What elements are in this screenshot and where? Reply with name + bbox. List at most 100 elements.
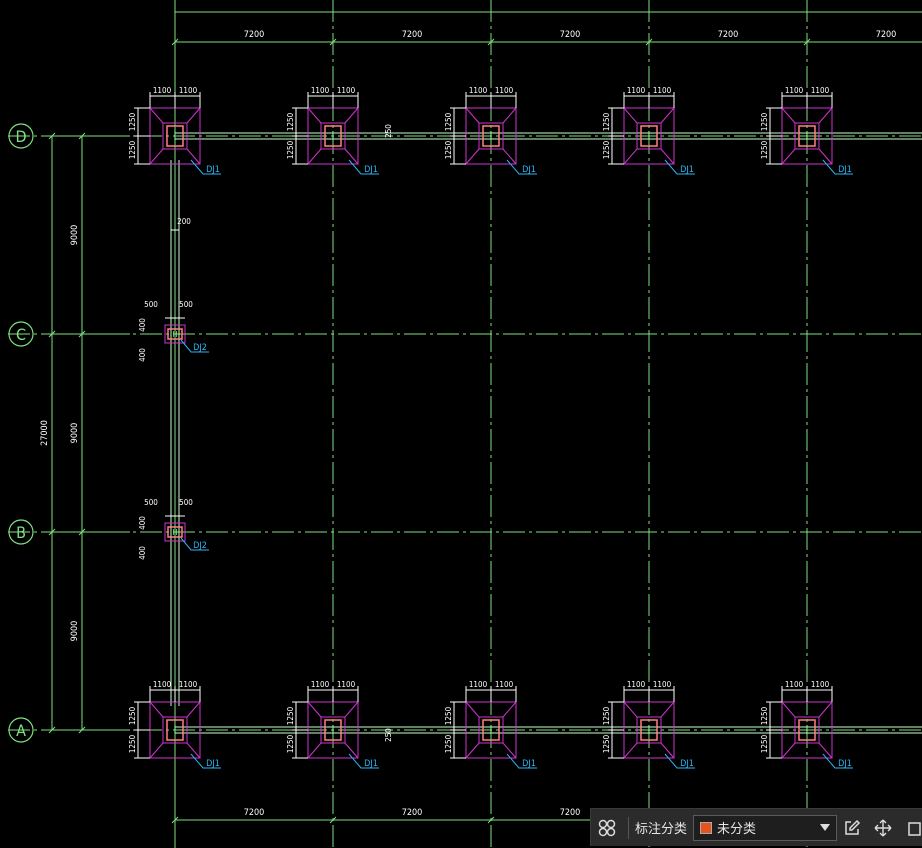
dim-row-spacing: 9000 — [70, 225, 80, 246]
dim-half-depth: 400 — [138, 516, 147, 530]
footing-slope — [660, 148, 675, 165]
dim-half-depth: 1250 — [602, 140, 611, 159]
dim-half-width: 1100 — [627, 86, 646, 95]
footing-slope — [623, 742, 638, 759]
dim-half-depth: 1250 — [286, 734, 295, 753]
footing-dj1: I 1100 1100 1250 1250 DJ1 — [602, 86, 695, 175]
dim-bay-bottom: 7200 — [560, 808, 581, 818]
footing-dj1: I 1100 1100 1250 1250 DJ1 — [444, 86, 537, 175]
steel-column-section: I — [331, 723, 334, 737]
dim-half-depth: 400 — [138, 348, 147, 362]
beam-layer — [170, 132, 922, 734]
footing-slope — [465, 701, 480, 718]
dim-half-width: 1100 — [153, 86, 172, 95]
dim-row-spacing: 9000 — [70, 423, 80, 444]
annotation-category-select[interactable]: 未分类 — [692, 814, 837, 841]
dim-half-depth: 1250 — [286, 706, 295, 725]
annotation-toolbar: 标注分类 未分类 — [590, 808, 922, 846]
footing-slope — [344, 148, 359, 165]
footing-slope — [660, 701, 675, 718]
dim-half-width: 1100 — [495, 86, 514, 95]
steel-column-section: I — [489, 129, 492, 143]
steel-column-section: I — [173, 129, 176, 143]
footing-slope — [149, 107, 164, 124]
footing-dj1: I 1100 1100 1250 1250 DJ1 — [602, 680, 695, 769]
toolbar-divider — [627, 816, 629, 839]
footing-dj1: I 1100 1100 1250 1250 DJ1 — [444, 680, 537, 769]
footing-slope — [818, 701, 833, 718]
dim-half-width: 1100 — [311, 680, 330, 689]
dim-half-width: 1100 — [811, 86, 830, 95]
footing-slope — [781, 701, 796, 718]
dim-half-width: 1100 — [653, 86, 672, 95]
steel-column-section: I — [331, 129, 334, 143]
steel-column-section: I — [805, 723, 808, 737]
dim-half-width: 500 — [179, 498, 193, 507]
dim-wall-offset-text: 200 — [177, 217, 191, 226]
dim-half-width: 1100 — [337, 86, 356, 95]
footing-label-dj1: DJ1 — [680, 165, 694, 175]
grid-layer — [8, 0, 922, 848]
steel-column-section: I — [647, 129, 650, 143]
dim-half-width: 1100 — [469, 86, 488, 95]
dim-half-width: 1100 — [785, 86, 804, 95]
layout-grid-icon[interactable] — [591, 809, 624, 846]
footing-label-dj1: DJ1 — [838, 759, 852, 769]
footing-slope — [186, 148, 201, 165]
footing-slope — [660, 107, 675, 124]
footing-dj2: H 500 500 400 400 DJ2 — [138, 300, 209, 362]
footing-slope — [623, 701, 638, 718]
dim-beam-offset-text: 250 — [384, 124, 393, 138]
dim-half-width: 1100 — [653, 680, 672, 689]
dim-half-depth: 1250 — [444, 706, 453, 725]
footing-slope — [781, 148, 796, 165]
footing-dj1: I 1100 1100 1250 1250 DJ1 — [286, 86, 379, 175]
dim-bay-bottom: 7200 — [402, 808, 423, 818]
footing-slope — [623, 148, 638, 165]
dim-half-width: 500 — [144, 498, 158, 507]
dim-half-width: 1100 — [785, 680, 804, 689]
dim-bay-top: 7200 — [560, 30, 581, 40]
footing-dj2: H 500 500 400 400 DJ2 — [138, 498, 209, 560]
footing-label-dj1: DJ1 — [206, 165, 220, 175]
footing-label-dj1: DJ1 — [364, 759, 378, 769]
footing-slope — [465, 107, 480, 124]
footing-slope — [502, 107, 517, 124]
dim-half-width: 1100 — [495, 680, 514, 689]
footing-slope — [307, 107, 322, 124]
footing-slope — [307, 701, 322, 718]
footing-slope — [149, 148, 164, 165]
dim-row-spacing: 9000 — [70, 621, 80, 642]
dim-half-depth: 1250 — [602, 734, 611, 753]
footing-dj1: I 1100 1100 1250 1250 DJ1 — [760, 86, 853, 175]
dim-half-depth: 1250 — [760, 706, 769, 725]
steel-column-section: I — [173, 723, 176, 737]
dim-half-width: 1100 — [179, 86, 198, 95]
drawing-canvas[interactable]: I 1100 1100 1250 1250 DJ1 I 1100 1100 1250 1250 DJ1… — [0, 0, 922, 848]
dim-half-depth: 1250 — [602, 112, 611, 131]
footing-slope — [818, 107, 833, 124]
axis-bubble-label: D — [15, 127, 26, 146]
dim-half-depth: 1250 — [128, 112, 137, 131]
dim-half-width: 1100 — [153, 680, 172, 689]
dim-half-depth: 1250 — [444, 734, 453, 753]
footing-slope — [502, 148, 517, 165]
footing-slope — [344, 742, 359, 759]
dim-half-depth: 1250 — [286, 140, 295, 159]
footing-label-dj1: DJ1 — [522, 759, 536, 769]
footing-slope — [502, 742, 517, 759]
edit-icon[interactable] — [837, 809, 868, 846]
steel-column-section: I — [489, 723, 492, 737]
dim-half-width: 1100 — [311, 86, 330, 95]
move-icon[interactable] — [868, 809, 899, 846]
axis-bubble-label: B — [16, 523, 26, 542]
footing-slope — [186, 701, 201, 718]
footing-dj1: I 1100 1100 1250 1250 DJ1 — [286, 680, 379, 769]
footing-slope — [781, 107, 796, 124]
category-selected-value: 未分类 — [716, 822, 756, 837]
copy-icon[interactable] — [899, 809, 922, 846]
footing-slope — [818, 742, 833, 759]
dim-beam-offset-text: 250 — [384, 728, 393, 742]
dim-half-depth: 1250 — [128, 140, 137, 159]
footing-slope — [781, 742, 796, 759]
